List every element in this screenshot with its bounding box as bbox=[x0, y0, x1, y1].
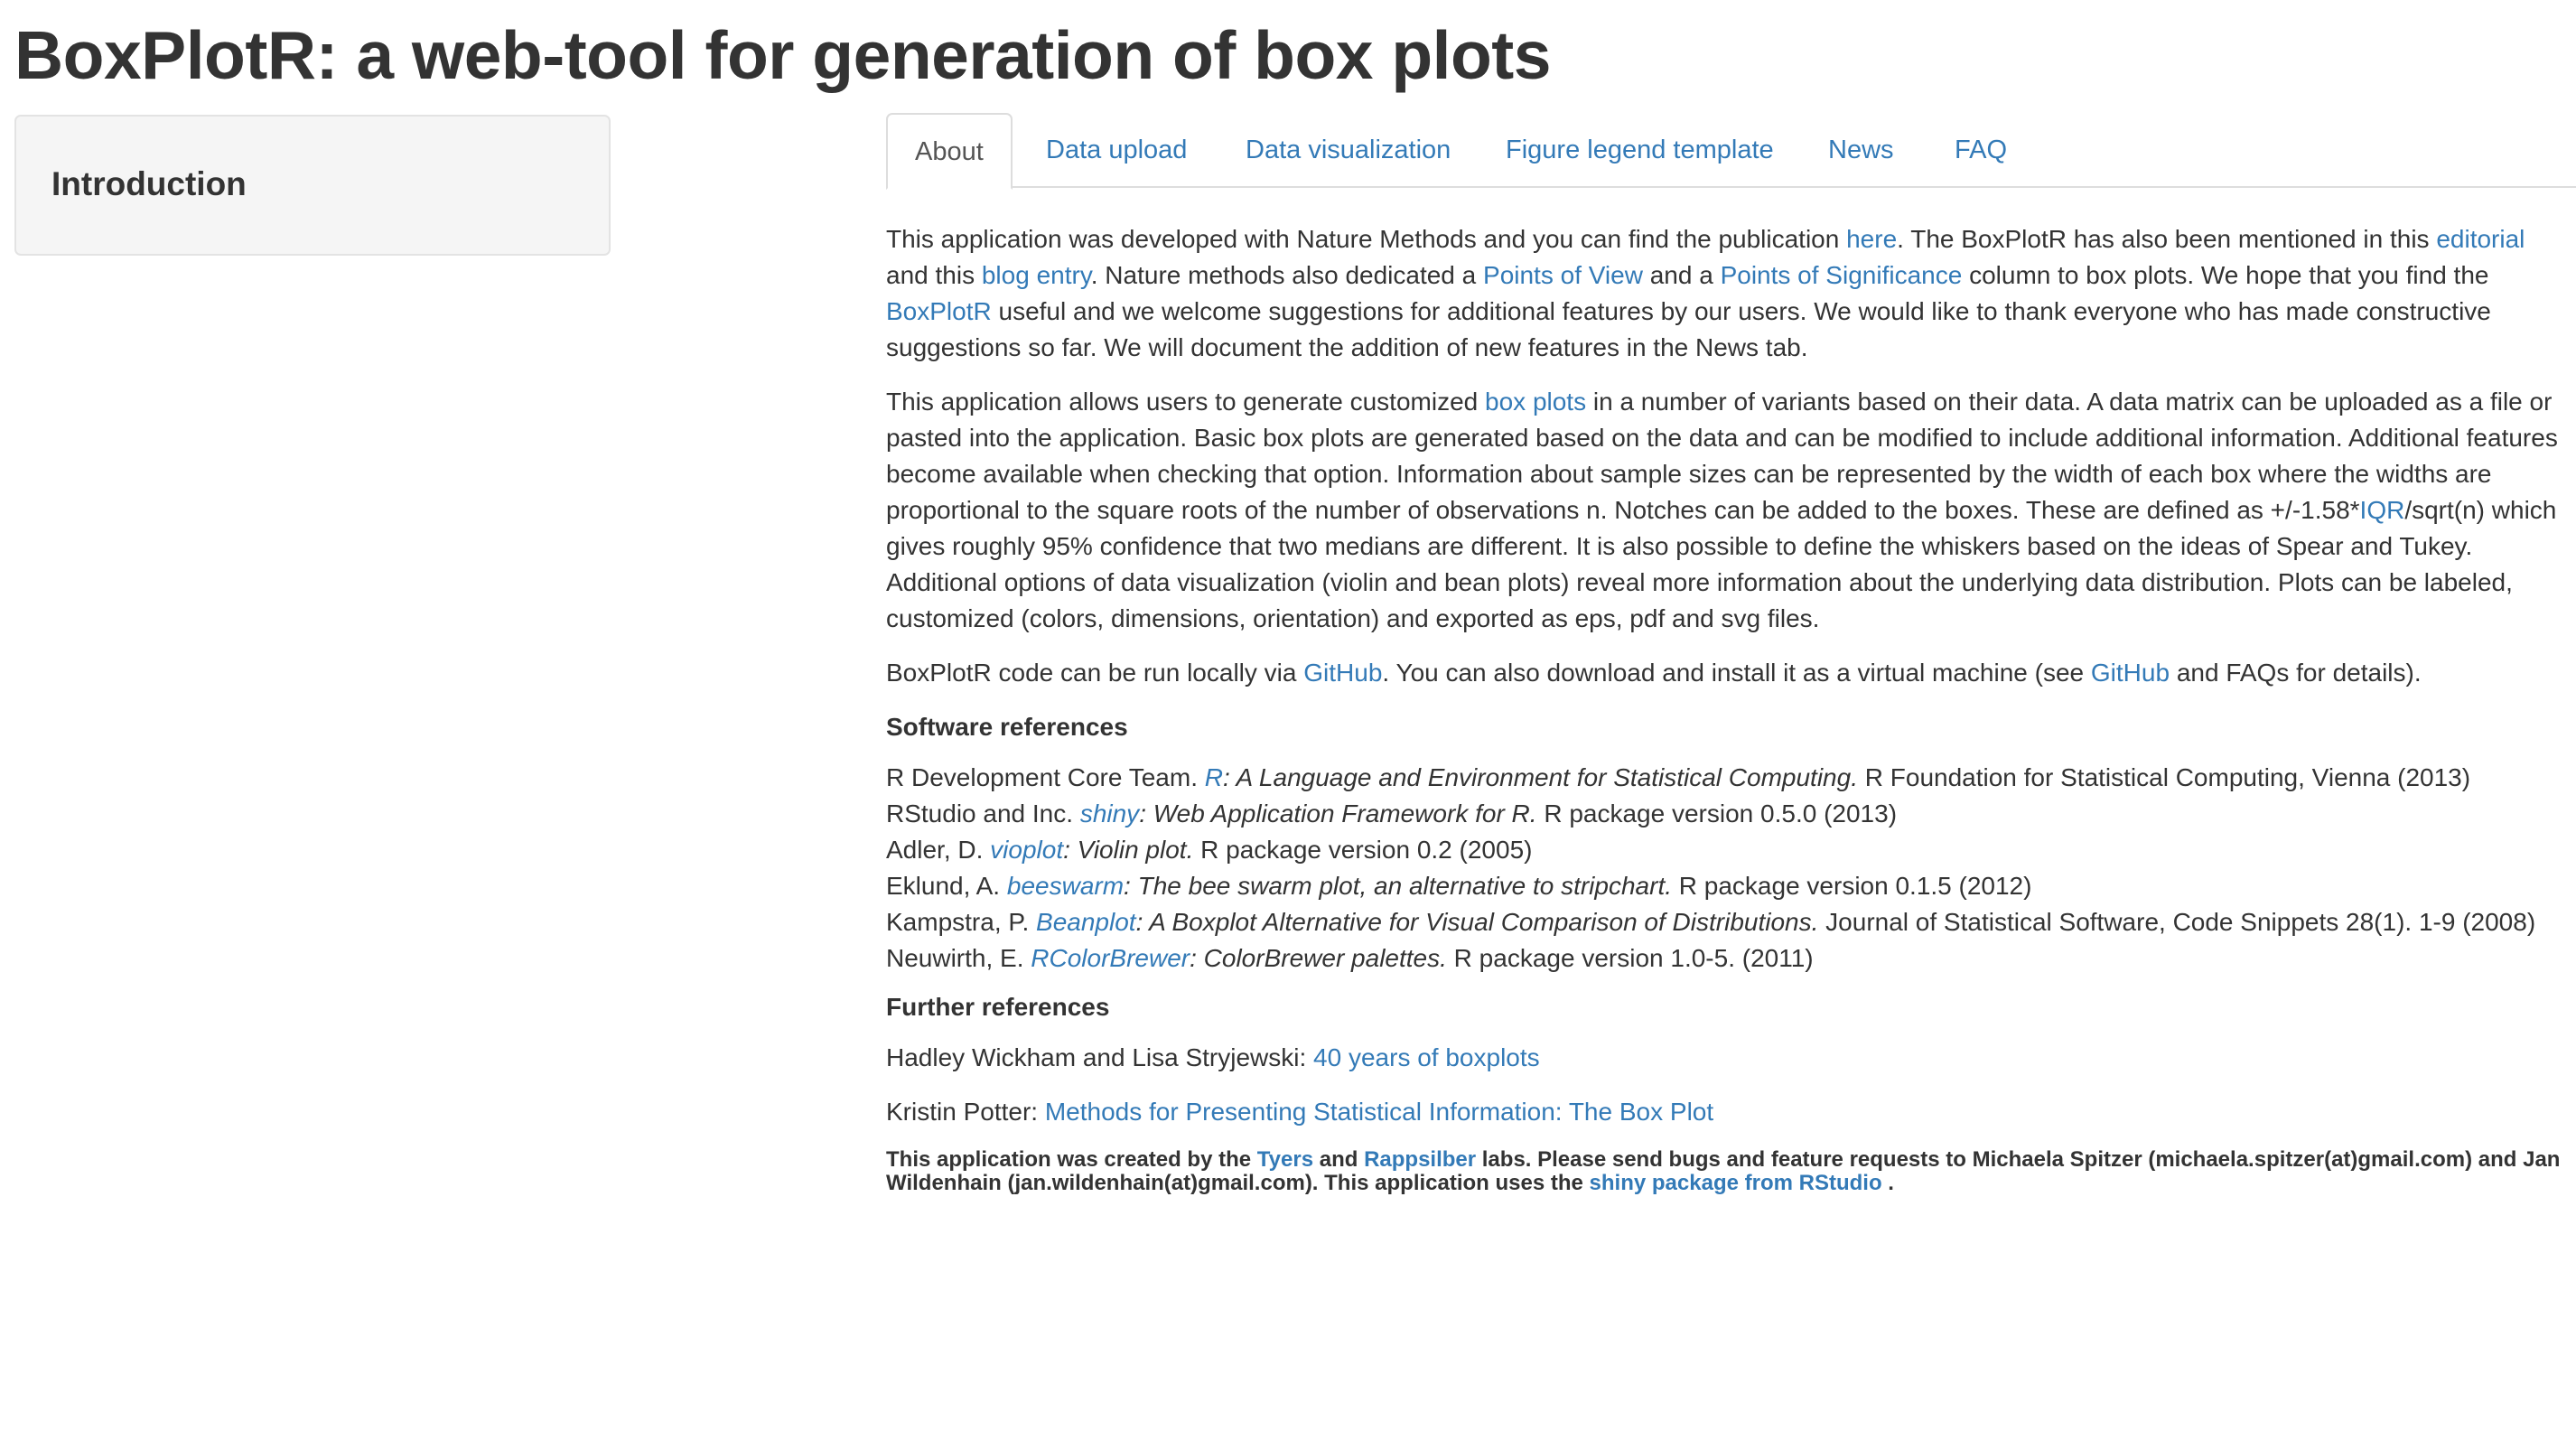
ref-title: : ColorBrewer palettes. bbox=[1190, 944, 1447, 972]
ref-beanplot-link[interactable]: Beanplot bbox=[1036, 908, 1136, 936]
further-reference-item: Kristin Potter: Methods for Presenting S… bbox=[886, 1094, 2562, 1130]
ref-authors: R Development Core Team. bbox=[886, 763, 1205, 791]
publication-link[interactable]: here bbox=[1846, 225, 1897, 253]
text: and a bbox=[1642, 261, 1721, 289]
reference-item: Adler, D. vioplot: Violin plot. R packag… bbox=[886, 832, 2562, 868]
text: . The BoxPlotR has also been mentioned i… bbox=[1897, 225, 2437, 253]
tab-news[interactable]: News bbox=[1828, 113, 1894, 188]
text: and FAQs for details). bbox=[2170, 659, 2422, 687]
ref-title: : Web Application Framework for R. bbox=[1139, 799, 1537, 828]
text: . You can also download and install it a… bbox=[1382, 659, 2091, 687]
intro-paragraph: This application was developed with Natu… bbox=[886, 221, 2562, 366]
tab-data-upload-label[interactable]: Data upload bbox=[1046, 136, 1187, 164]
ref-details: Journal of Statistical Software, Code Sn… bbox=[1818, 908, 2536, 936]
shiny-package-link[interactable]: shiny package from RStudio bbox=[1590, 1171, 1882, 1195]
sidebar-heading: Introduction bbox=[51, 165, 247, 202]
blog-entry-link[interactable]: blog entry bbox=[982, 261, 1091, 289]
rappsilber-lab-link[interactable]: Rappsilber bbox=[1364, 1147, 1476, 1172]
tab-figure-legend-template[interactable]: Figure legend template bbox=[1506, 113, 1774, 188]
tab-figure-legend-template-label[interactable]: Figure legend template bbox=[1506, 136, 1774, 164]
reference-item: R Development Core Team. R: A Language a… bbox=[886, 760, 2562, 796]
page-title: BoxPlotR: a web-tool for generation of b… bbox=[14, 17, 1551, 93]
text: and this bbox=[886, 261, 982, 289]
text: useful and we welcome suggestions for ad… bbox=[886, 297, 2491, 361]
tab-news-label[interactable]: News bbox=[1828, 136, 1894, 164]
ref-title: : A Boxplot Alternative for Visual Compa… bbox=[1135, 908, 1819, 936]
software-references-heading: Software references bbox=[886, 713, 1128, 741]
ref-details: R package version 0.5.0 (2013) bbox=[1536, 799, 1898, 828]
ref-title: : A Language and Environment for Statist… bbox=[1222, 763, 1858, 791]
methods-box-plot-link[interactable]: Methods for Presenting Statistical Infor… bbox=[1045, 1098, 1713, 1126]
about-content: This application was developed with Natu… bbox=[886, 221, 2562, 1195]
ref-beeswarm-link[interactable]: beeswarm bbox=[1007, 872, 1124, 900]
boxplotr-link[interactable]: BoxPlotR bbox=[886, 297, 992, 325]
ref-r-link[interactable]: R bbox=[1205, 763, 1223, 791]
software-references-list: R Development Core Team. R: A Language a… bbox=[886, 760, 2562, 977]
tab-faq[interactable]: FAQ bbox=[1955, 113, 2007, 188]
ref-vioplot-link[interactable]: vioplot bbox=[990, 836, 1063, 864]
ref-authors: Neuwirth, E. bbox=[886, 944, 1031, 972]
ref-rcolorbrewer-link[interactable]: RColorBrewer bbox=[1031, 944, 1190, 972]
github-vm-link[interactable]: GitHub bbox=[2091, 659, 2170, 687]
footer-note: This application was created by the Tyer… bbox=[886, 1148, 2562, 1195]
ref-title: : Violin plot. bbox=[1063, 836, 1194, 864]
ref-authors: RStudio and Inc. bbox=[886, 799, 1080, 828]
reference-item: RStudio and Inc. shiny: Web Application … bbox=[886, 796, 2562, 832]
tab-about-label[interactable]: About bbox=[915, 137, 984, 166]
sidebar-panel: Introduction bbox=[14, 115, 611, 256]
text: This application allows users to generat… bbox=[886, 388, 1486, 416]
text: Kristin Potter: bbox=[886, 1098, 1045, 1126]
github-link[interactable]: GitHub bbox=[1303, 659, 1382, 687]
tyers-lab-link[interactable]: Tyers bbox=[1257, 1147, 1313, 1172]
points-of-view-link[interactable]: Points of View bbox=[1483, 261, 1643, 289]
tab-faq-label[interactable]: FAQ bbox=[1955, 136, 2007, 164]
iqr-link[interactable]: IQR bbox=[2360, 496, 2405, 524]
text: This application was developed with Natu… bbox=[886, 225, 1847, 253]
features-paragraph: This application allows users to generat… bbox=[886, 384, 2562, 637]
reference-item: Kampstra, P. Beanplot: A Boxplot Alterna… bbox=[886, 904, 2562, 940]
ref-details: R package version 0.2 (2005) bbox=[1193, 836, 1533, 864]
text: BoxPlotR code can be run locally via bbox=[886, 659, 1304, 687]
tab-data-visualization-label[interactable]: Data visualization bbox=[1246, 136, 1451, 164]
further-references-heading: Further references bbox=[886, 993, 1110, 1021]
box-plots-link[interactable]: box plots bbox=[1485, 388, 1586, 416]
tab-data-upload[interactable]: Data upload bbox=[1046, 113, 1187, 188]
ref-details: R package version 0.1.5 (2012) bbox=[1672, 872, 2032, 900]
tab-bar: About Data upload Data visualization Fig… bbox=[886, 113, 2576, 190]
reference-item: Eklund, A. beeswarm: The bee swarm plot,… bbox=[886, 868, 2562, 904]
ref-authors: Kampstra, P. bbox=[886, 908, 1037, 936]
further-reference-item: Hadley Wickham and Lisa Stryjewski: 40 y… bbox=[886, 1040, 2562, 1076]
40-years-of-boxplots-link[interactable]: 40 years of boxplots bbox=[1313, 1043, 1540, 1071]
editorial-link[interactable]: editorial bbox=[2436, 225, 2525, 253]
tab-data-visualization[interactable]: Data visualization bbox=[1246, 113, 1451, 188]
text: . Nature methods also dedicated a bbox=[1090, 261, 1484, 289]
ref-title: : The bee swarm plot, an alternative to … bbox=[1124, 872, 1672, 900]
ref-shiny-link[interactable]: shiny bbox=[1080, 799, 1139, 828]
text: . bbox=[1881, 1171, 1894, 1195]
text: and bbox=[1313, 1147, 1365, 1172]
points-of-significance-link[interactable]: Points of Significance bbox=[1721, 261, 1963, 289]
reference-item: Neuwirth, E. RColorBrewer: ColorBrewer p… bbox=[886, 940, 2562, 977]
ref-details: R package version 1.0-5. (2011) bbox=[1446, 944, 1814, 972]
text: Hadley Wickham and Lisa Stryjewski: bbox=[886, 1043, 1314, 1071]
github-paragraph: BoxPlotR code can be run locally via Git… bbox=[886, 655, 2562, 691]
tab-about[interactable]: About bbox=[886, 113, 1013, 190]
ref-authors: Adler, D. bbox=[886, 836, 991, 864]
ref-authors: Eklund, A. bbox=[886, 872, 1007, 900]
ref-details: R Foundation for Statistical Computing, … bbox=[1857, 763, 2471, 791]
text: column to box plots. We hope that you fi… bbox=[1962, 261, 2489, 289]
text: This application was created by the bbox=[886, 1147, 1257, 1172]
